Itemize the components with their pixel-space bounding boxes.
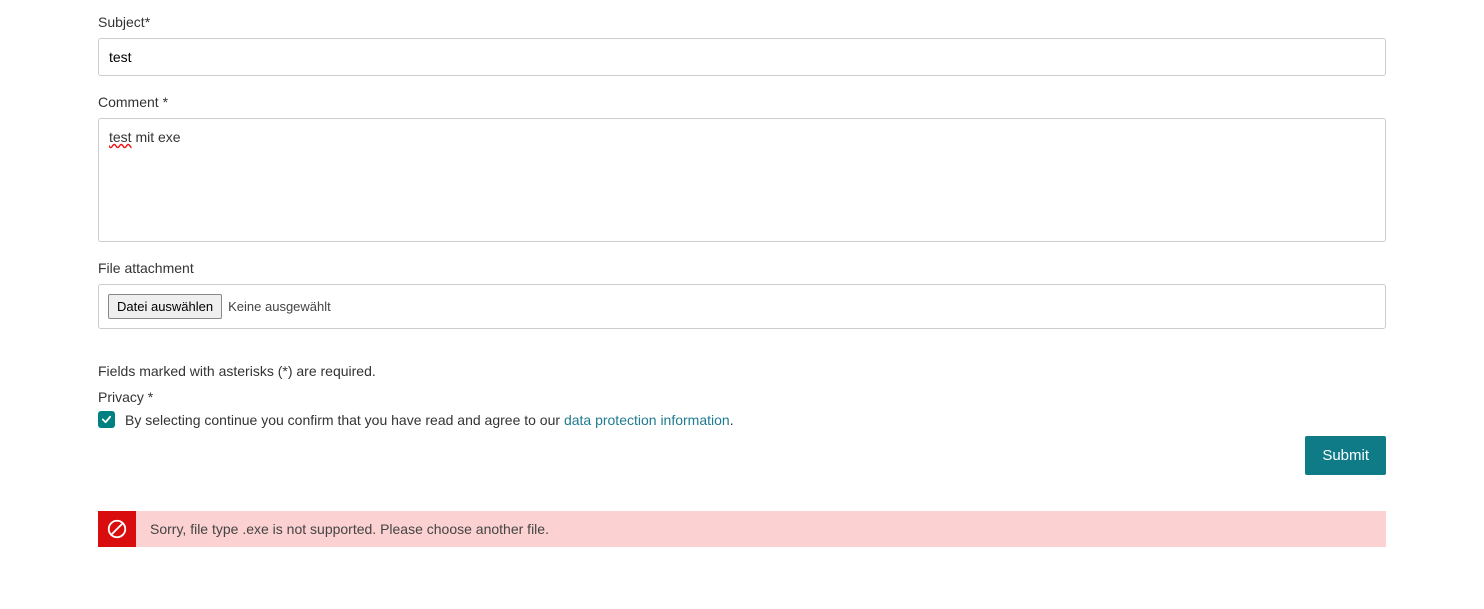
check-icon <box>101 414 112 425</box>
privacy-text-before: By selecting continue you confirm that y… <box>125 412 564 428</box>
submit-button[interactable]: Submit <box>1305 436 1386 475</box>
file-input-wrap[interactable]: Datei auswählen Keine ausgewählt <box>98 284 1386 329</box>
privacy-link[interactable]: data protection information <box>564 412 730 428</box>
comment-value-word1: test <box>109 129 132 145</box>
file-choose-button[interactable]: Datei auswählen <box>108 294 222 319</box>
comment-field: Comment * test mit exe <box>98 94 1386 242</box>
privacy-label: Privacy * <box>98 389 1386 405</box>
subject-field: Subject* <box>98 14 1386 76</box>
privacy-row: By selecting continue you confirm that y… <box>98 411 1386 428</box>
submit-row: Submit <box>98 436 1386 475</box>
alert-icon-box <box>98 511 136 547</box>
error-alert: Sorry, file type .exe is not supported. … <box>98 511 1386 547</box>
file-label: File attachment <box>98 260 1386 276</box>
alert-message: Sorry, file type .exe is not supported. … <box>136 511 563 547</box>
prohibited-icon <box>106 518 128 540</box>
privacy-consent-text: By selecting continue you confirm that y… <box>125 412 734 428</box>
comment-textarea[interactable]: test mit exe <box>98 118 1386 242</box>
form-container: Subject* Comment * test mit exe File att… <box>0 0 1484 587</box>
comment-value-rest: mit exe <box>132 129 181 145</box>
subject-label: Subject* <box>98 14 1386 30</box>
privacy-text-after: . <box>730 412 734 428</box>
comment-label: Comment * <box>98 94 1386 110</box>
required-fields-note: Fields marked with asterisks (*) are req… <box>98 363 1386 379</box>
file-field: File attachment Datei auswählen Keine au… <box>98 260 1386 329</box>
privacy-checkbox[interactable] <box>98 411 115 428</box>
subject-input[interactable] <box>98 38 1386 76</box>
file-status-text: Keine ausgewählt <box>228 299 331 314</box>
